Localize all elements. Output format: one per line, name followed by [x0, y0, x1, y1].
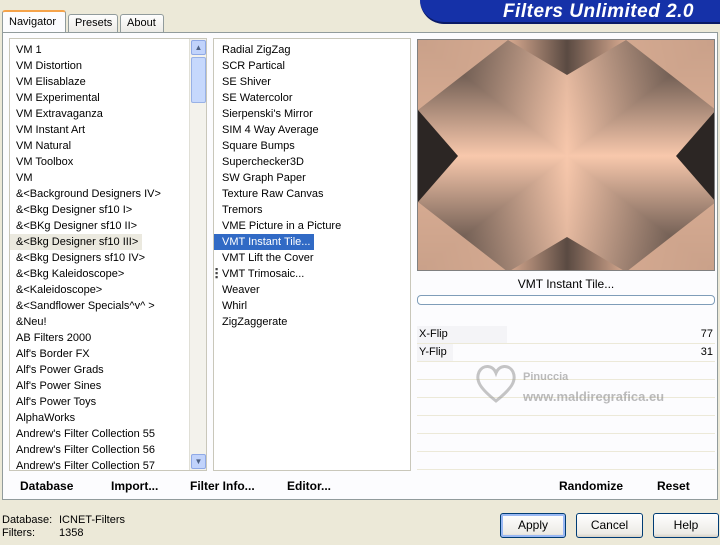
filter-item[interactable]: VMT Trimosaic... — [214, 266, 410, 282]
navigator-panel: VM 1 VM Distortion VM Elisablaze VM Experim… — [2, 32, 718, 500]
category-item[interactable]: &<Bkg Kaleidoscope> — [10, 266, 206, 282]
database-button[interactable]: Database — [20, 479, 73, 493]
category-item[interactable]: &<Kaleidoscope> — [10, 282, 206, 298]
category-item[interactable]: Alf's Power Grads — [10, 362, 206, 378]
category-item[interactable]: Andrew's Filter Collection 57 — [10, 458, 206, 470]
empty-slider-row — [417, 398, 715, 416]
cancel-button[interactable]: Cancel — [576, 513, 643, 538]
category-item[interactable]: &<Bkg Designer sf10 I> — [10, 202, 206, 218]
scroll-up-arrow-icon[interactable]: ▲ — [191, 40, 206, 55]
app-title-banner: Filters Unlimited 2.0 — [420, 0, 720, 24]
status-filters: Filters: 1358 — [2, 527, 83, 539]
filter-item[interactable]: ZigZaggerate — [214, 314, 410, 330]
category-item[interactable]: VM Natural — [10, 138, 206, 154]
empty-slider-row — [417, 452, 715, 470]
category-item[interactable]: &<Sandflower Specials^v^ > — [10, 298, 206, 314]
progress-bar — [417, 295, 715, 305]
empty-slider-row — [417, 416, 715, 434]
filter-item[interactable]: Whirl — [214, 298, 410, 314]
filter-item[interactable]: SIM 4 Way Average — [214, 122, 410, 138]
category-item[interactable]: AlphaWorks — [10, 410, 206, 426]
category-item[interactable]: &<Bkg Designers sf10 IV> — [10, 250, 206, 266]
tab-navigator[interactable]: Navigator — [2, 10, 66, 32]
filter-item[interactable]: Texture Raw Canvas — [214, 186, 410, 202]
category-item[interactable]: &<Bkg Designer sf10 III> — [10, 234, 143, 250]
x-flip-label: X-Flip — [419, 328, 448, 340]
category-item[interactable]: AB Filters 2000 — [10, 330, 206, 346]
empty-slider-row — [417, 434, 715, 452]
preview-filter-name: VMT Instant Tile... — [517, 277, 615, 291]
category-item[interactable]: VM Extravaganza — [10, 106, 206, 122]
filter-item[interactable]: SE Watercolor — [214, 90, 410, 106]
category-item[interactable]: VM 1 — [10, 42, 206, 58]
x-flip-slider[interactable]: X-Flip 77 — [417, 326, 715, 344]
category-item[interactable]: VM Elisablaze — [10, 74, 206, 90]
category-item[interactable]: VM Experimental — [10, 90, 206, 106]
category-item[interactable]: Alf's Power Sines — [10, 378, 206, 394]
apply-button[interactable]: Apply — [500, 513, 566, 538]
filter-item[interactable]: Radial ZigZag — [214, 42, 410, 58]
randomize-button[interactable]: Randomize — [559, 479, 623, 493]
tab-presets[interactable]: Presets — [68, 14, 118, 32]
category-item[interactable]: VM — [10, 170, 206, 186]
y-flip-slider[interactable]: Y-Flip 31 — [417, 344, 715, 362]
empty-slider-row — [417, 362, 715, 380]
filter-item[interactable]: Weaver — [214, 282, 410, 298]
category-item[interactable]: &<Background Designers IV> — [10, 186, 206, 202]
filter-item[interactable]: VMT Instant Tile... — [214, 234, 315, 250]
scroll-down-arrow-icon[interactable]: ▼ — [191, 454, 206, 469]
status-filters-label: Filters: — [2, 527, 35, 539]
y-flip-value: 31 — [700, 346, 713, 358]
filter-item[interactable]: Square Bumps — [214, 138, 410, 154]
category-item[interactable]: VM Instant Art — [10, 122, 206, 138]
tab-about[interactable]: About — [120, 14, 164, 32]
filter-item[interactable]: VMT Lift the Cover — [214, 250, 410, 266]
y-flip-label: Y-Flip — [419, 346, 447, 358]
drag-grip-icon: ▪ ▪ ▪ — [215, 264, 219, 282]
filter-preview-image — [417, 39, 715, 271]
reset-button[interactable]: Reset — [657, 479, 690, 493]
editor-button[interactable]: Editor... — [287, 479, 331, 493]
category-item[interactable]: Andrew's Filter Collection 55 — [10, 426, 206, 442]
status-database-label: Database: — [2, 514, 53, 526]
category-item[interactable]: Alf's Power Toys — [10, 394, 206, 410]
filter-item[interactable]: SCR Partical — [214, 58, 410, 74]
filter-item[interactable]: VME Picture in a Picture — [214, 218, 410, 234]
category-item[interactable]: Andrew's Filter Collection 56 — [10, 442, 206, 458]
category-scrollbar[interactable]: ▲ ▼ — [189, 39, 206, 470]
scroll-thumb[interactable] — [191, 57, 206, 103]
help-button[interactable]: Help — [653, 513, 719, 538]
category-item[interactable]: &Neu! — [10, 314, 206, 330]
filter-item[interactable]: Sierpenski's Mirror — [214, 106, 410, 122]
category-item[interactable]: Alf's Border FX — [10, 346, 206, 362]
category-list[interactable]: VM 1 VM Distortion VM Elisablaze VM Experim… — [9, 38, 207, 471]
status-database: Database: ICNET-Filters — [2, 514, 125, 526]
filter-item[interactable]: SW Graph Paper — [214, 170, 410, 186]
category-item[interactable]: &<BKg Designer sf10 II> — [10, 218, 206, 234]
filter-info-button[interactable]: Filter Info... — [190, 479, 255, 493]
app-title: Filters Unlimited 2.0 — [502, 1, 694, 22]
empty-slider-row — [417, 380, 715, 398]
status-database-value: ICNET-Filters — [59, 514, 125, 526]
filter-item[interactable]: SE Shiver — [214, 74, 410, 90]
filter-list[interactable]: Radial ZigZag SCR Partical SE Shiver SE Wat… — [213, 38, 411, 471]
status-filters-value: 1358 — [59, 527, 84, 539]
import-button[interactable]: Import... — [111, 479, 158, 493]
filter-item[interactable]: Tremors — [214, 202, 410, 218]
x-flip-value: 77 — [700, 328, 713, 340]
filter-item[interactable]: Superchecker3D — [214, 154, 410, 170]
category-item[interactable]: VM Toolbox — [10, 154, 206, 170]
category-item[interactable]: VM Distortion — [10, 58, 206, 74]
parameter-panel: X-Flip 77 Y-Flip 31 — [417, 326, 715, 471]
